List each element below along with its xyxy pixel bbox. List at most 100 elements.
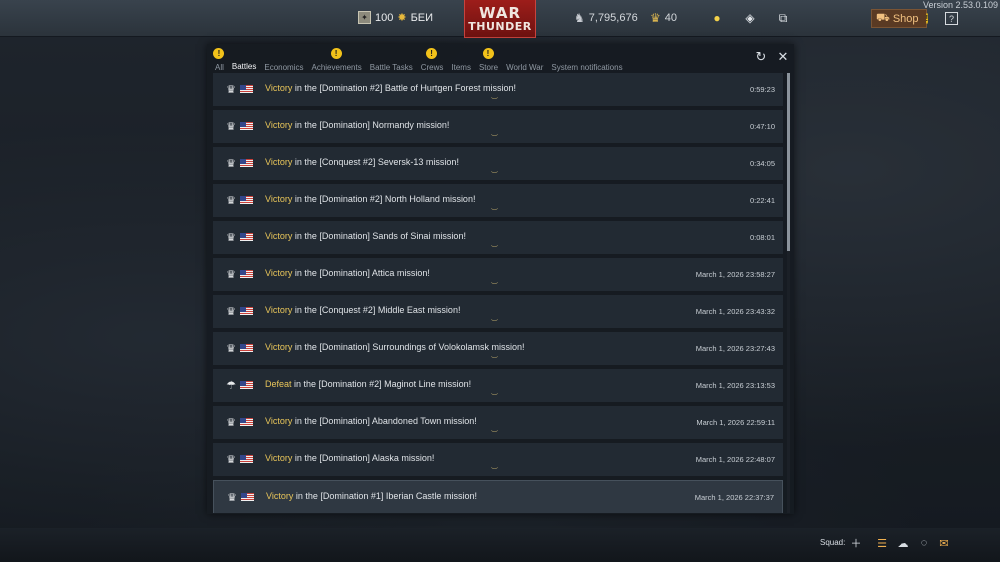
- tab-battles[interactable]: Battles: [227, 52, 261, 74]
- expand-chevron-icon[interactable]: ︶: [491, 98, 498, 105]
- table-row[interactable]: ♛ Victory in the [Domination] Sands of Si…: [213, 221, 783, 255]
- tab-store[interactable]: ! Store: [475, 48, 502, 74]
- tab-label: Store: [478, 63, 499, 72]
- battle-result: Victory: [265, 416, 293, 426]
- tab-alert-icon: !: [426, 48, 438, 59]
- tab-alert-icon: !: [213, 48, 225, 59]
- silver-lions-value: 7,795,676: [588, 12, 638, 24]
- table-row[interactable]: ☂ Defeat in the [Domination #2] Maginot L…: [213, 369, 783, 403]
- tab-label: Items: [451, 63, 471, 72]
- table-row[interactable]: ♛ Victory in the [Domination #1] Iberian …: [213, 480, 783, 513]
- tab-system-notifications[interactable]: System notifications: [547, 52, 626, 74]
- us-flag-icon: [240, 344, 253, 352]
- silver-lions-balance[interactable]: ♞ 7,795,676: [574, 11, 638, 25]
- expand-chevron-icon[interactable]: ︶: [491, 135, 498, 142]
- tab-crews[interactable]: ! Crews: [417, 48, 448, 74]
- battle-message: Victory in the [Domination #2] North Hol…: [265, 194, 475, 204]
- table-row[interactable]: ♛ Victory in the [Conquest #2] Middle Eas…: [213, 295, 783, 329]
- battle-notifications-list[interactable]: ♛ Victory in the [Domination #2] Battle o…: [213, 73, 784, 513]
- version-label: Version 2.53.0.109: [922, 0, 998, 10]
- battle-mission-text: in the [Domination] Attica mission!: [294, 268, 430, 278]
- table-row[interactable]: ♛ Victory in the [Domination] Attica miss…: [213, 258, 783, 292]
- battle-time: 0:34:05: [749, 159, 775, 168]
- logo-line-1: WAR: [478, 3, 522, 22]
- battle-time: 0:59:23: [749, 85, 775, 94]
- expand-chevron-icon[interactable]: ︶: [491, 468, 498, 475]
- trophy-icon: ♛: [226, 306, 236, 318]
- tab-alert-icon: !: [330, 48, 342, 59]
- coupon-icon[interactable]: ⧉: [775, 10, 791, 26]
- table-row[interactable]: ♛ Victory in the [Domination] Abandoned T…: [213, 406, 783, 440]
- trophy-icon: ♛: [227, 492, 237, 504]
- tab-all[interactable]: ! All: [211, 48, 228, 74]
- expand-chevron-icon[interactable]: ︶: [491, 357, 498, 364]
- expand-chevron-icon[interactable]: ︶: [491, 246, 498, 253]
- shop-button[interactable]: ⛟ Shop !: [871, 9, 929, 28]
- table-row[interactable]: ♛ Victory in the [Domination] Normandy mi…: [213, 110, 783, 144]
- tab-label: Battles: [231, 62, 257, 71]
- help-button[interactable]: ?: [945, 12, 958, 25]
- us-flag-icon: [240, 307, 253, 315]
- battle-result: Victory: [265, 268, 293, 278]
- close-icon[interactable]: ✕: [776, 49, 790, 64]
- balance-value: 100: [375, 11, 394, 24]
- golden-eagles-balance[interactable]: ♛ 40: [650, 11, 677, 25]
- expand-chevron-icon[interactable]: ︶: [491, 394, 498, 401]
- battle-mission-text: in the [Domination] Alaska mission!: [294, 453, 435, 463]
- tab-label: Crews: [420, 63, 444, 72]
- contacts-icon[interactable]: ☁: [896, 536, 910, 550]
- battle-message: Defeat in the [Domination #2] Maginot Li…: [265, 379, 471, 389]
- expand-chevron-icon[interactable]: ︶: [491, 172, 498, 179]
- us-flag-icon: [240, 159, 253, 167]
- scrollbar-thumb[interactable]: [787, 73, 790, 251]
- add-squad-member-icon[interactable]: ＋: [849, 536, 863, 550]
- table-row[interactable]: ♛ Victory in the [Domination] Alaska miss…: [213, 443, 783, 477]
- battle-mission-text: in the [Domination] Surroundings of Volo…: [294, 342, 525, 352]
- panel-actions: ↻ ✕: [754, 49, 790, 64]
- trophy-icon: ♛: [226, 454, 236, 466]
- us-flag-icon: [240, 85, 253, 93]
- battle-result: Victory: [265, 157, 293, 167]
- tab-economics[interactable]: Economics: [260, 52, 307, 74]
- diamond-icon[interactable]: ◈: [742, 10, 758, 26]
- tab-label: System notifications: [551, 63, 623, 72]
- tab-label: All: [215, 63, 224, 72]
- expand-chevron-icon[interactable]: ︶: [491, 283, 498, 290]
- expand-chevron-icon[interactable]: ︶: [491, 209, 498, 216]
- battle-time: March 1, 2026 23:43:32: [695, 307, 775, 316]
- battle-result: Victory: [265, 305, 293, 315]
- lightbulb-icon[interactable]: ●: [709, 10, 725, 26]
- tab-items[interactable]: Items: [447, 52, 475, 74]
- us-flag-icon: [240, 233, 253, 241]
- refresh-icon[interactable]: ↻: [754, 49, 768, 64]
- battle-mission-text: in the [Domination] Normandy mission!: [294, 120, 450, 130]
- currency-balance[interactable]: ✦ 100 ✸ БЕИ: [358, 11, 433, 24]
- chat-icon[interactable]: ◌: [917, 536, 931, 550]
- tab-world-war[interactable]: World War: [502, 52, 547, 74]
- table-row[interactable]: ♛ Victory in the [Conquest #2] Seversk-13…: [213, 147, 783, 181]
- table-row[interactable]: ♛ Victory in the [Domination #2] Battle o…: [213, 73, 783, 107]
- clan-icon[interactable]: ☰: [875, 536, 889, 550]
- tab-battle-tasks[interactable]: Battle Tasks: [366, 52, 417, 74]
- mail-icon[interactable]: ✉: [937, 536, 951, 550]
- battle-message: Victory in the [Domination] Normandy mis…: [265, 120, 449, 130]
- table-row[interactable]: ♛ Victory in the [Domination #2] North Ho…: [213, 184, 783, 218]
- battle-result: Victory: [265, 83, 293, 93]
- tab-achievements[interactable]: ! Achievements: [307, 48, 365, 74]
- us-flag-icon: [240, 270, 253, 278]
- expand-chevron-icon[interactable]: ︶: [491, 320, 498, 327]
- battle-result: Victory: [265, 194, 293, 204]
- silver-lion-icon: ♞: [574, 11, 585, 25]
- battle-message: Victory in the [Domination] Alaska missi…: [265, 453, 434, 463]
- gold-star-icon: ✸: [397, 12, 407, 24]
- battle-result: Defeat: [265, 379, 292, 389]
- list-scrollbar[interactable]: [787, 73, 790, 513]
- table-row[interactable]: ♛ Victory in the [Domination] Surrounding…: [213, 332, 783, 366]
- us-flag-icon: [240, 122, 253, 130]
- battle-mission-text: in the [Domination #1] Iberian Castle mi…: [295, 491, 477, 501]
- shop-label: Shop: [892, 12, 919, 25]
- battle-mission-text: in the [Domination #2] Battle of Hurtgen…: [294, 83, 516, 93]
- trophy-icon: ♛: [226, 84, 236, 96]
- expand-chevron-icon[interactable]: ︶: [491, 431, 498, 438]
- cart-icon: ⛟: [876, 11, 890, 24]
